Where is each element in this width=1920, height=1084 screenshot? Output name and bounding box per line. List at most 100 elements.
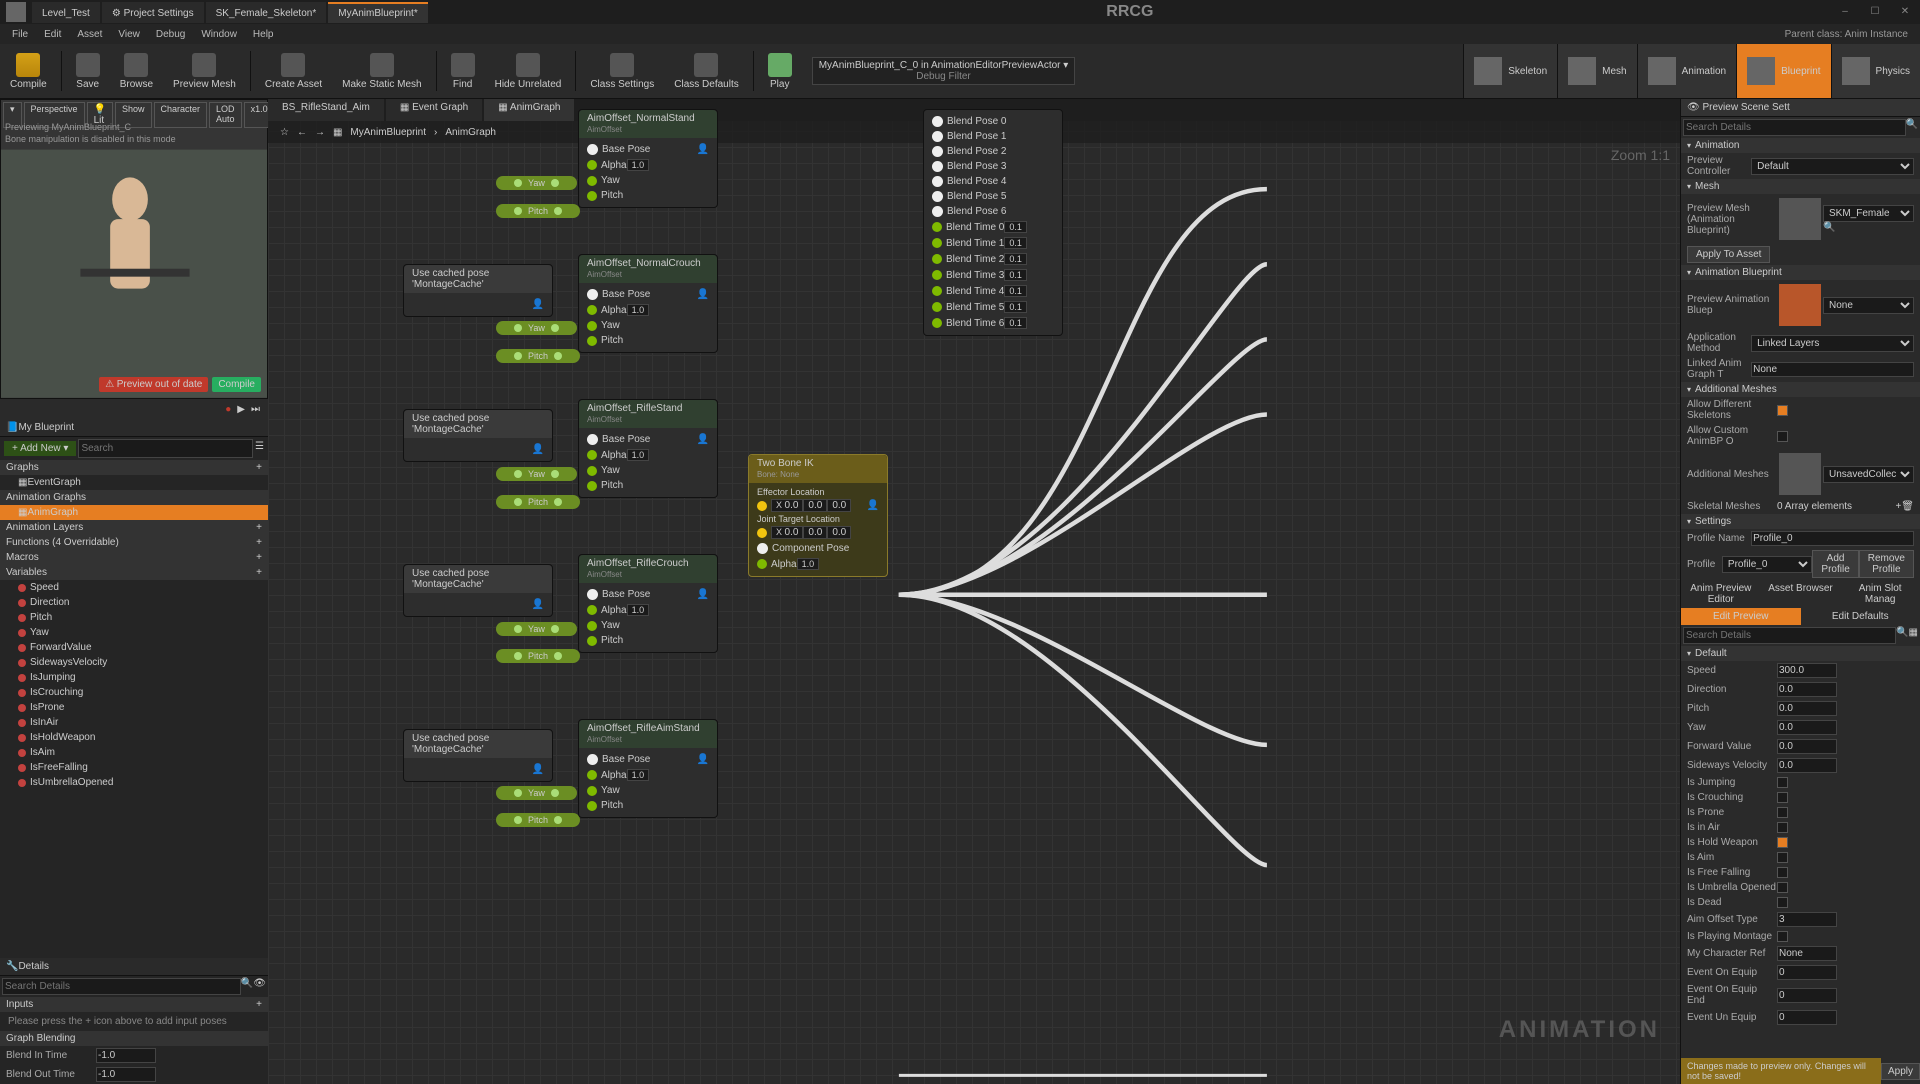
apply-asset-button[interactable]: Apply To Asset (1687, 246, 1770, 263)
prop-field[interactable] (1777, 965, 1837, 980)
step-icon[interactable]: ⏭ (251, 404, 260, 415)
preview-mesh-button[interactable]: Preview Mesh (163, 49, 246, 94)
save-button[interactable]: Save (66, 49, 110, 94)
profile-select[interactable]: Profile_0 (1722, 556, 1813, 573)
pitch-pill[interactable]: Pitch (496, 204, 580, 218)
close-button[interactable]: ✕ (1890, 2, 1920, 22)
cat-graphs[interactable]: Graphs+ (0, 460, 268, 475)
create-asset-button[interactable]: Create Asset (255, 49, 332, 94)
record-icon[interactable]: ● (225, 404, 231, 415)
tab-skeleton[interactable]: SK_Female_Skeleton* (206, 2, 327, 23)
prop-field[interactable] (1777, 720, 1837, 735)
addmesh-thumb[interactable] (1779, 453, 1821, 495)
cat-functions[interactable]: Functions (4 Overridable)+ (0, 535, 268, 550)
menu-debug[interactable]: Debug (148, 29, 193, 40)
prop-check[interactable] (1777, 897, 1788, 908)
yaw-pill[interactable]: Yaw (496, 176, 577, 190)
find-button[interactable]: Find (441, 49, 485, 94)
details-search[interactable] (2, 978, 241, 995)
play-button[interactable]: Play (758, 49, 802, 94)
cat-macros[interactable]: Macros+ (0, 550, 268, 565)
edit-defaults-tab[interactable]: Edit Defaults (1801, 608, 1920, 625)
prop-check[interactable] (1777, 792, 1788, 803)
search-icon[interactable]: 🔍 (241, 978, 253, 995)
apply-button[interactable]: Apply (1881, 1063, 1920, 1080)
node-aimoffset-3[interactable]: AimOffset_RifleCrouchAimOffsetBase Pose👤… (578, 554, 718, 653)
item-eventgraph[interactable]: ▦ EventGraph (0, 475, 268, 490)
var-IsFreeFalling[interactable]: IsFreeFalling (0, 760, 268, 775)
minimize-button[interactable]: – (1830, 2, 1860, 22)
node-cached-3[interactable]: Use cached pose 'MontageCache'👤 (403, 564, 553, 617)
profile-name-field[interactable] (1751, 531, 1914, 546)
mode-blueprint[interactable]: Blueprint (1736, 44, 1830, 98)
mode-animation[interactable]: Animation (1637, 44, 1736, 98)
mode-skeleton[interactable]: Skeleton (1463, 44, 1557, 98)
blend-out-field[interactable] (96, 1067, 156, 1082)
search-icon[interactable]: 🔍 (1906, 119, 1918, 136)
preview-viewport[interactable]: ▾ Perspective 💡Lit Show Character LOD Au… (0, 99, 268, 399)
var-SidewaysVelocity[interactable]: SidewaysVelocity (0, 655, 268, 670)
prop-check[interactable] (1777, 867, 1788, 878)
allow-diff-check[interactable] (1777, 405, 1788, 416)
prop-field[interactable] (1777, 946, 1837, 961)
menu-window[interactable]: Window (193, 29, 245, 40)
prop-check[interactable] (1777, 837, 1788, 848)
rtab-preview[interactable]: Anim Preview Editor (1681, 580, 1761, 608)
prop-field[interactable] (1777, 663, 1837, 678)
node-aimoffset-1[interactable]: AimOffset_NormalCrouchAimOffsetBase Pose… (578, 254, 718, 353)
make-static-button[interactable]: Make Static Mesh (332, 49, 431, 94)
var-IsAim[interactable]: IsAim (0, 745, 268, 760)
mesh-thumb[interactable] (1779, 198, 1821, 240)
cat-inputs[interactable]: Inputs+ (0, 997, 268, 1012)
menu-file[interactable]: File (4, 29, 36, 40)
prop-check[interactable] (1777, 777, 1788, 788)
node-cached-1[interactable]: Use cached pose 'MontageCache'👤 (403, 264, 553, 317)
prop-check[interactable] (1777, 807, 1788, 818)
trash-icon[interactable]: 🗑 (1901, 501, 1914, 512)
filter-icon[interactable]: ☰ (253, 439, 266, 458)
node-twoboneik[interactable]: Two Bone IKBone: None Effector Location … (748, 454, 888, 577)
var-Direction[interactable]: Direction (0, 595, 268, 610)
pitch-pill[interactable]: Pitch (496, 495, 580, 509)
node-cached-2[interactable]: Use cached pose 'MontageCache'👤 (403, 409, 553, 462)
var-ForwardValue[interactable]: ForwardValue (0, 640, 268, 655)
menu-edit[interactable]: Edit (36, 29, 69, 40)
sec-animation[interactable]: Animation (1681, 138, 1920, 153)
node-aimoffset-4[interactable]: AimOffset_RifleAimStandAimOffsetBase Pos… (578, 719, 718, 818)
node-aimoffset-0[interactable]: AimOffset_NormalStandAimOffsetBase Pose👤… (578, 109, 718, 208)
sec-addmeshes[interactable]: Additional Meshes (1681, 382, 1920, 397)
fwd-icon[interactable]: → (315, 127, 325, 138)
app-method-select[interactable]: Linked Layers (1751, 335, 1914, 352)
browse-button[interactable]: Browse (110, 49, 163, 94)
back-icon[interactable]: ← (297, 127, 307, 138)
pitch-pill[interactable]: Pitch (496, 813, 580, 827)
add-profile-button[interactable]: Add Profile (1812, 550, 1858, 578)
maximize-button[interactable]: ☐ (1860, 2, 1890, 22)
menu-help[interactable]: Help (245, 29, 282, 40)
var-IsProne[interactable]: IsProne (0, 700, 268, 715)
star-icon[interactable]: ☆ (280, 127, 289, 138)
node-blend[interactable]: Blend Pose 0Blend Pose 1Blend Pose 2Blen… (923, 109, 1063, 336)
node-cached-4[interactable]: Use cached pose 'MontageCache'👤 (403, 729, 553, 782)
rtab-browser[interactable]: Asset Browser (1761, 580, 1841, 608)
allow-custom-check[interactable] (1777, 431, 1788, 442)
debug-target-dropdown[interactable]: MyAnimBlueprint_C_0 in AnimationEditorPr… (812, 57, 1076, 85)
grid-icon[interactable]: ▦ (1909, 627, 1918, 644)
mesh-select[interactable]: SKM_Female (1823, 205, 1914, 222)
preview-ctrl-select[interactable]: Default (1751, 158, 1914, 175)
right-search[interactable] (1683, 119, 1906, 136)
class-settings-button[interactable]: Class Settings (580, 49, 664, 94)
sec-mesh[interactable]: Mesh (1681, 179, 1920, 194)
play-icon[interactable]: ▶ (237, 404, 245, 415)
menu-asset[interactable]: Asset (69, 29, 110, 40)
var-IsUmbrellaOpened[interactable]: IsUmbrellaOpened (0, 775, 268, 790)
prop-check[interactable] (1777, 931, 1788, 942)
prop-field[interactable] (1777, 682, 1837, 697)
prop-check[interactable] (1777, 822, 1788, 833)
blend-in-field[interactable] (96, 1048, 156, 1063)
mode-mesh[interactable]: Mesh (1557, 44, 1636, 98)
eye-icon[interactable]: 👁 (253, 978, 266, 995)
prop-field[interactable] (1777, 758, 1837, 773)
anim-thumb[interactable] (1779, 284, 1821, 326)
prop-field[interactable] (1777, 739, 1837, 754)
